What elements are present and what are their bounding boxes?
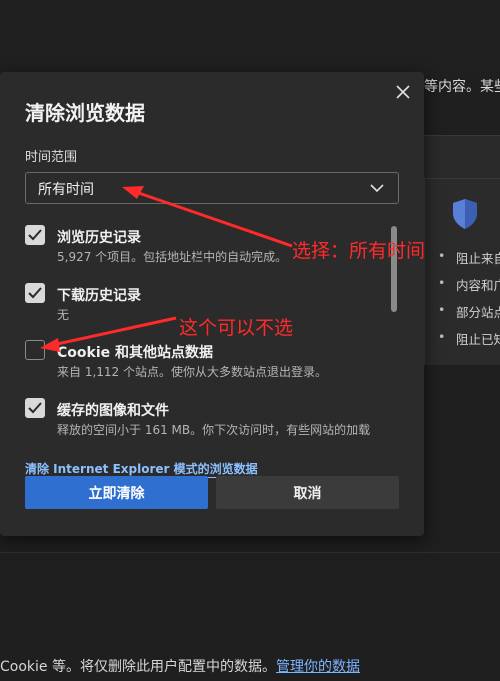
annotation-arrow-cookie xyxy=(40,316,177,352)
annotation-select-all-time: 选择：所有时间 xyxy=(292,240,426,262)
annotation-arrow-time-range xyxy=(122,186,293,248)
annotation-arrows xyxy=(40,186,293,352)
annotation-no-need: 这个可以不选 xyxy=(179,317,294,339)
